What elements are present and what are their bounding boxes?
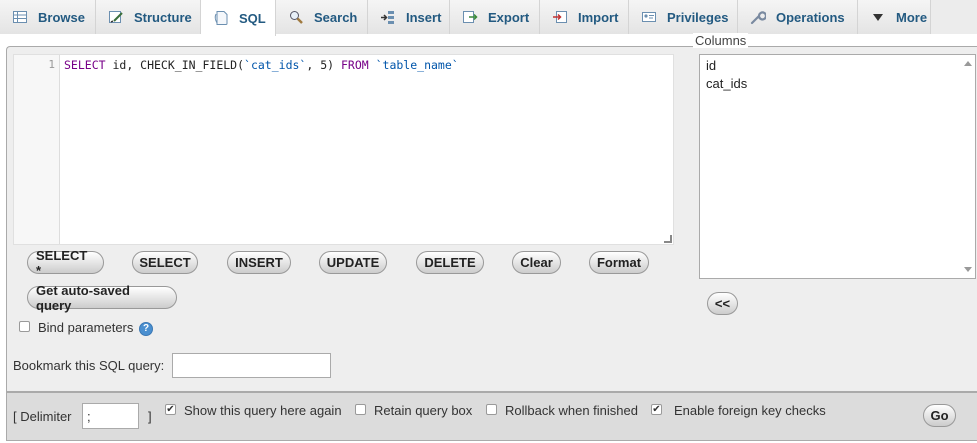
sql-keyword: FROM (340, 58, 369, 72)
bookmark-input[interactable] (172, 353, 331, 378)
rollback-checkbox[interactable] (486, 404, 497, 415)
tab-bar: Browse Structure SQL Search Insert Expor… (0, 0, 977, 36)
tab-privileges[interactable]: Privileges (629, 0, 738, 34)
scroll-down-arrow-icon[interactable] (964, 267, 972, 272)
tab-label: More (896, 9, 928, 25)
delimiter-input[interactable] (82, 403, 139, 429)
column-item[interactable]: cat_ids (706, 76, 747, 91)
tab-browse[interactable]: Browse (0, 0, 96, 34)
tab-structure[interactable]: Structure (96, 0, 201, 34)
tab-export[interactable]: Export (450, 0, 540, 34)
structure-icon (108, 9, 124, 25)
get-autosaved-query-button[interactable]: Get auto-saved query (27, 283, 177, 313)
privileges-icon (641, 9, 657, 25)
search-icon (288, 9, 304, 25)
tab-label: SQL (239, 10, 266, 26)
insert-button[interactable]: INSERT (227, 251, 291, 274)
retain-query-box-checkbox[interactable] (355, 404, 366, 415)
retain-query-box-label: Retain query box (374, 403, 473, 418)
rollback-label: Rollback when finished (505, 403, 638, 418)
select-button[interactable]: SELECT (132, 251, 198, 274)
import-icon (552, 9, 568, 25)
clear-button[interactable]: Clear (512, 251, 561, 274)
tab-label: Privileges (667, 9, 729, 25)
tab-label: Import (578, 9, 619, 25)
tab-label: Operations (776, 9, 845, 25)
sql-identifier: `table_name` (375, 58, 459, 72)
tab-label: Export (488, 9, 530, 25)
columns-label: Columns (693, 33, 749, 48)
foreign-key-checks-label: Enable foreign key checks (674, 403, 826, 418)
tab-label: Structure (134, 9, 192, 25)
line-number: 1 (48, 58, 55, 71)
tab-label: Browse (38, 9, 85, 25)
tab-label: Search (314, 9, 358, 25)
export-icon (462, 9, 478, 25)
show-query-label: Show this query here again (184, 403, 342, 418)
wrench-icon (750, 9, 766, 25)
sql-text: , 5) (306, 58, 341, 72)
sql-identifier: `cat_ids` (244, 58, 307, 72)
go-button[interactable]: Go (923, 404, 956, 427)
line-gutter: 1 (14, 55, 60, 244)
sql-keyword: SELECT (64, 58, 106, 72)
sql-editor[interactable]: 1 SELECT id, CHECK_IN_FIELD(`cat_ids`, 5… (13, 54, 674, 245)
tab-search[interactable]: Search (276, 0, 368, 34)
sql-text: id, CHECK_IN_FIELD( (105, 58, 245, 72)
chevron-down-icon (870, 9, 886, 25)
tab-more[interactable]: More (858, 0, 931, 34)
delimiter-label: [ Delimiter (13, 409, 72, 424)
tab-insert[interactable]: Insert (368, 0, 450, 34)
sql-icon (213, 10, 229, 26)
foreign-key-checks-checkbox[interactable]: ✔ (651, 404, 662, 415)
scroll-up-arrow-icon[interactable] (964, 61, 972, 66)
tab-sql[interactable]: SQL (201, 0, 276, 36)
columns-list[interactable]: id cat_ids (699, 54, 976, 279)
bind-parameters-label: Bind parameters (38, 320, 134, 335)
update-button[interactable]: UPDATE (319, 251, 387, 274)
delete-button[interactable]: DELETE (416, 251, 484, 274)
sql-query-text[interactable]: SELECT id, CHECK_IN_FIELD(`cat_ids`, 5) … (64, 57, 459, 73)
insert-column-button[interactable]: << (707, 292, 738, 315)
browse-icon (12, 9, 28, 25)
bookmark-label: Bookmark this SQL query: (13, 358, 165, 373)
query-options-footer (6, 392, 977, 441)
tab-label: Insert (406, 9, 442, 25)
select-star-button[interactable]: SELECT * (27, 248, 104, 278)
bind-parameters-checkbox[interactable] (19, 321, 30, 332)
tab-operations[interactable]: Operations (738, 0, 858, 34)
help-icon[interactable]: ? (139, 322, 153, 336)
format-button[interactable]: Format (589, 251, 649, 274)
column-item[interactable]: id (706, 58, 716, 73)
delimiter-close-label: ] (148, 409, 152, 424)
resize-handle[interactable] (664, 235, 672, 243)
insert-icon (380, 9, 396, 25)
show-query-checkbox[interactable]: ✔ (165, 404, 176, 415)
tab-import[interactable]: Import (540, 0, 629, 34)
